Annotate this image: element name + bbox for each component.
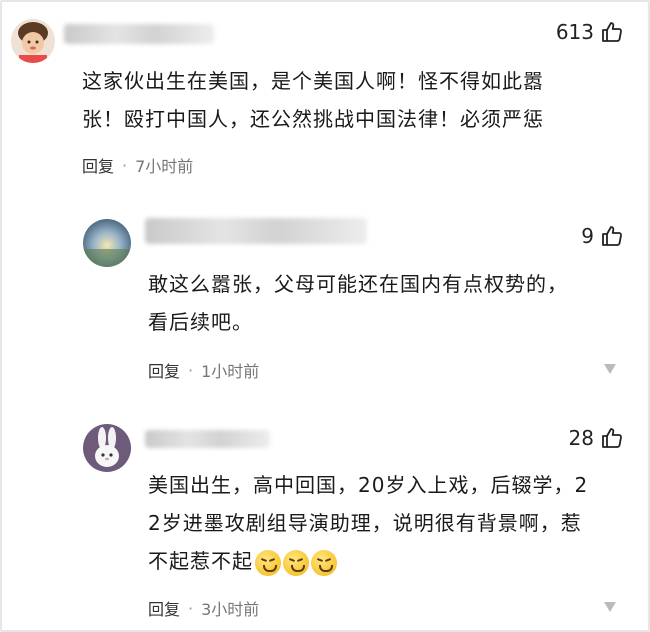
more-dots-icon[interactable] — [603, 600, 617, 614]
comment-meta: 回复 · 3小时前 — [148, 596, 259, 620]
reply-button[interactable]: 回复 — [148, 358, 180, 382]
like-count: 28 — [568, 426, 594, 450]
comment-text-line: 敢这么嚣张，父母可能还在国内有点权势的， — [148, 272, 568, 296]
like-count: 613 — [555, 20, 594, 44]
reply-button[interactable]: 回复 — [148, 596, 180, 620]
username-blurred — [64, 24, 214, 44]
username-blurred — [145, 218, 367, 244]
comment-text-line-with-emoji: 不起惹不起 — [148, 542, 588, 580]
comment-text-line: 不起惹不起 — [148, 549, 253, 573]
comment-text-line: 张！殴打中国人，还公然挑战中国法律！必须严惩 — [82, 107, 544, 131]
comment-text-line: 2岁进墨攻剧组导演助理，说明很有背景啊，惹 — [148, 511, 582, 535]
like-button[interactable]: 9 — [581, 224, 624, 248]
comment-text: 美国出生，高中回国，20岁入上戏，后辍学，2 2岁进墨攻剧组导演助理，说明很有背… — [148, 466, 588, 580]
separator-dot: · — [122, 155, 128, 175]
comment-meta: 回复 · 7小时前 — [82, 153, 193, 177]
like-button[interactable]: 613 — [556, 20, 624, 44]
comment-text: 敢这么嚣张，父母可能还在国内有点权势的， 看后续吧。 — [148, 265, 568, 341]
comment-text-line: 看后续吧。 — [148, 310, 253, 334]
avatar[interactable] — [11, 19, 55, 63]
separator-dot: · — [188, 598, 194, 618]
avatar[interactable] — [83, 219, 131, 267]
comment-text-line: 这家伙出生在美国，是个美国人啊！怪不得如此嚣 — [82, 69, 544, 93]
grimace-emoji-icon — [255, 549, 281, 576]
thumbs-up-icon — [600, 426, 624, 450]
avatar[interactable] — [83, 424, 131, 472]
comment-text-line: 美国出生，高中回国，20岁入上戏，后辍学，2 — [148, 473, 589, 497]
like-button[interactable]: 28 — [569, 426, 624, 450]
username-blurred — [145, 430, 270, 448]
reply-button[interactable]: 回复 — [82, 153, 114, 177]
thumbs-up-icon — [600, 224, 624, 248]
timestamp: 1小时前 — [201, 362, 260, 381]
grimace-emoji-icon — [283, 549, 309, 576]
comment-meta: 回复 · 1小时前 — [148, 358, 259, 382]
more-dots-icon[interactable] — [603, 362, 617, 376]
grimace-emoji-icon — [311, 549, 337, 576]
separator-dot: · — [188, 360, 194, 380]
timestamp: 3小时前 — [201, 600, 260, 619]
thumbs-up-icon — [600, 20, 624, 44]
comment-text: 这家伙出生在美国，是个美国人啊！怪不得如此嚣 张！殴打中国人，还公然挑战中国法律… — [82, 62, 544, 138]
timestamp: 7小时前 — [135, 157, 194, 176]
like-count: 9 — [581, 224, 594, 248]
